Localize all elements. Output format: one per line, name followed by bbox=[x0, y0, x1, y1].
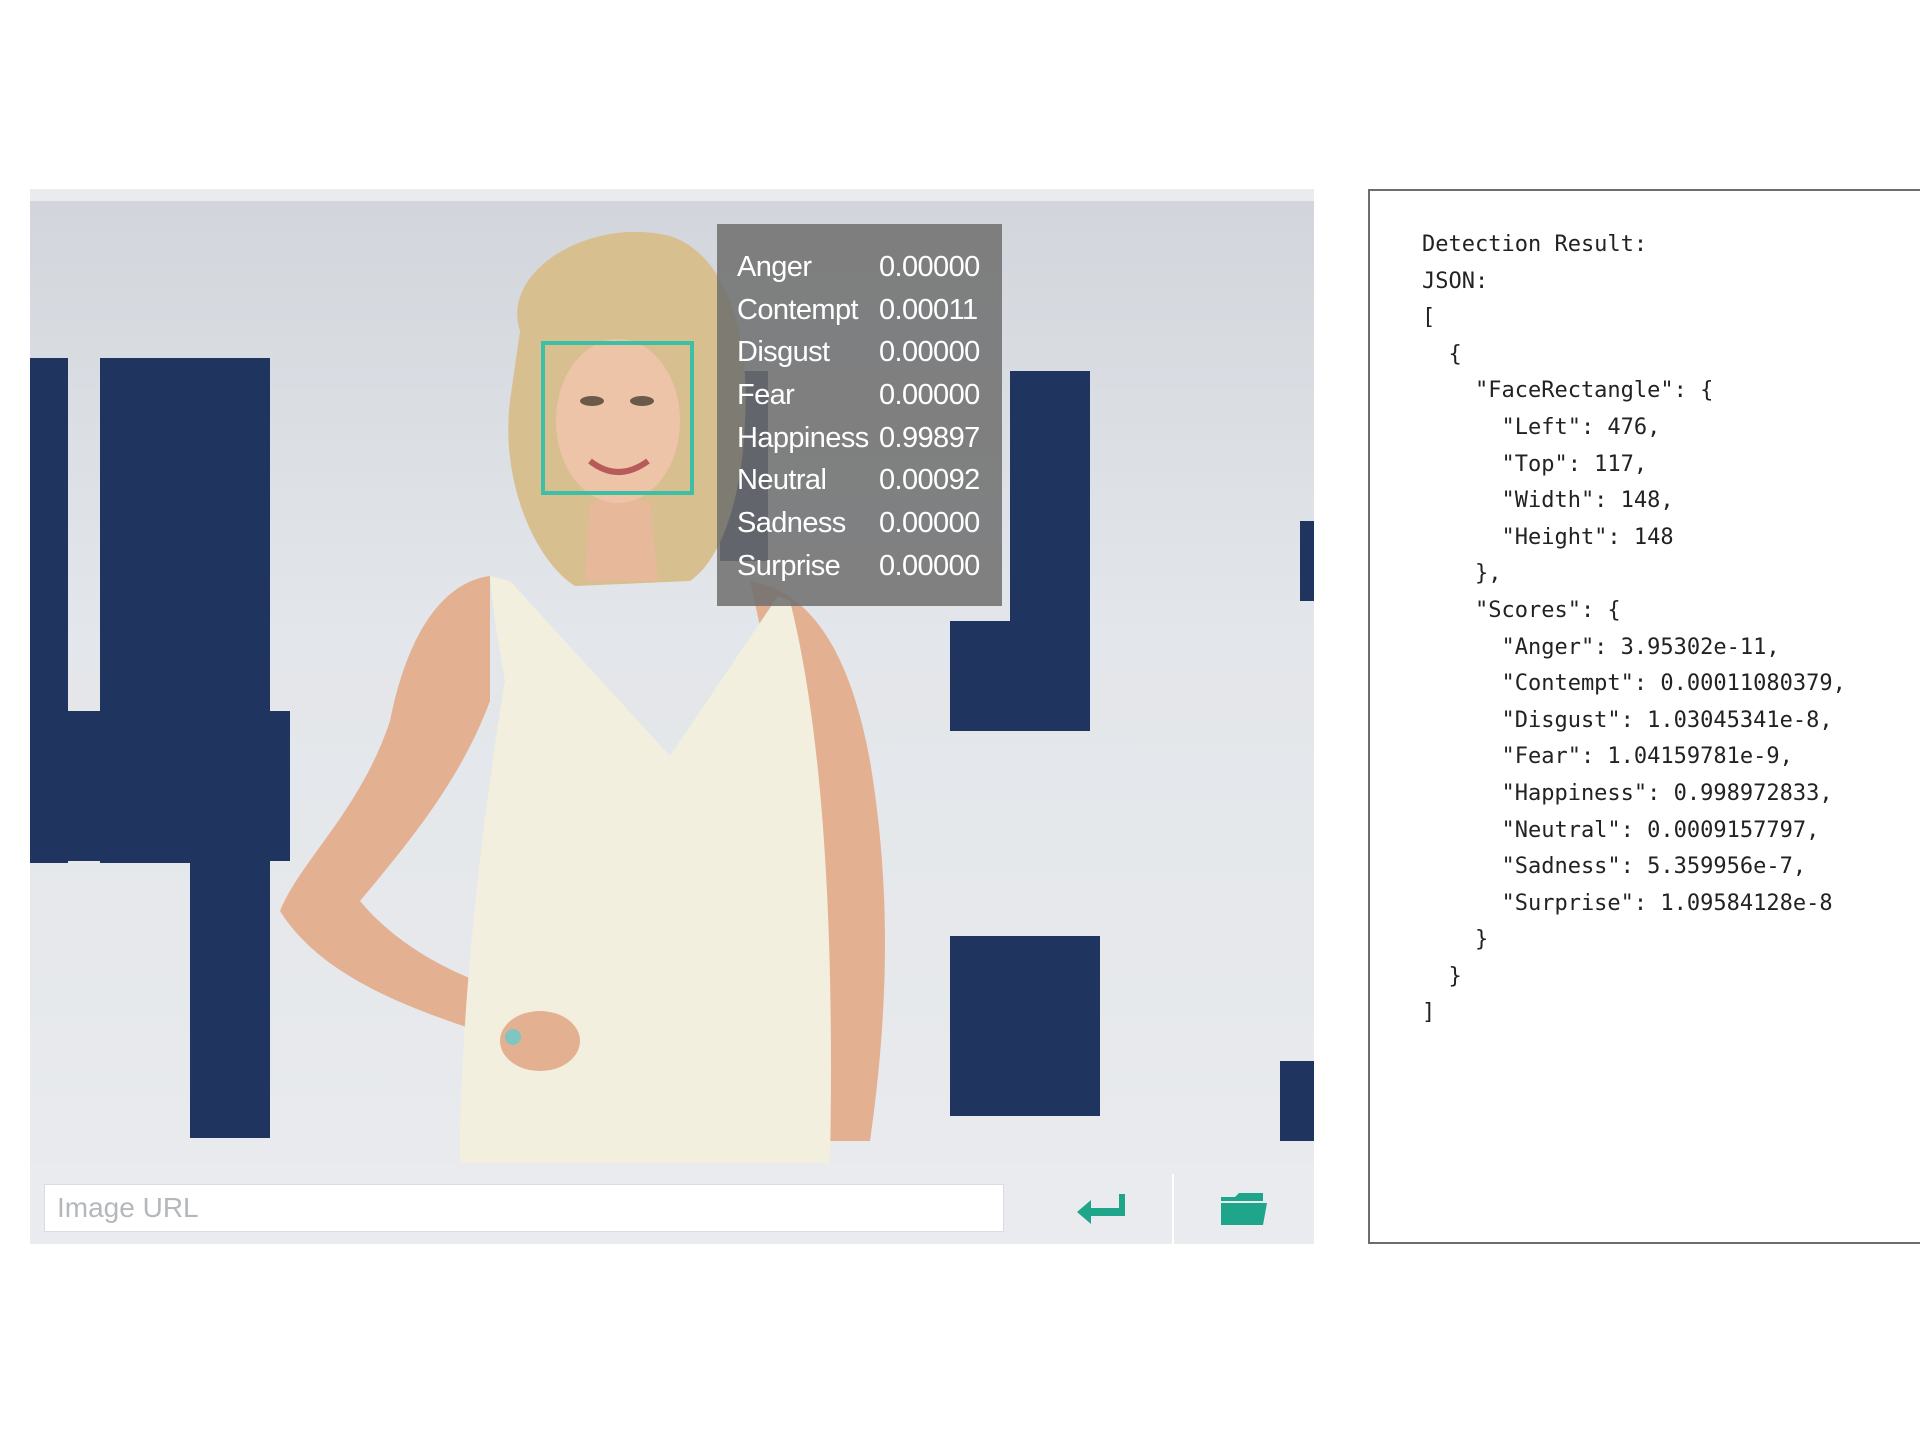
emotion-row: Surprise 0.00000 bbox=[737, 545, 982, 588]
result-line: "FaceRectangle": { bbox=[1422, 378, 1714, 404]
emotion-name: Anger bbox=[737, 250, 812, 283]
result-line: "Happiness": 0.998972833, bbox=[1422, 780, 1833, 806]
emotion-value: 0.00000 bbox=[879, 378, 980, 411]
emotion-row: Anger 0.00000 bbox=[737, 246, 982, 289]
emotion-value: 0.00000 bbox=[879, 506, 980, 539]
emotion-row: Sadness 0.00000 bbox=[737, 502, 982, 545]
open-folder-icon bbox=[1221, 1193, 1267, 1225]
emotion-value: 0.99897 bbox=[879, 421, 980, 454]
emotion-row: Happiness 0.99897 bbox=[737, 417, 982, 460]
result-line: "Neutral": 0.0009157797, bbox=[1422, 817, 1820, 843]
analyzed-photo: Anger 0.00000 Contempt 0.00011 Disgust 0… bbox=[30, 201, 1314, 1163]
submit-url-button[interactable] bbox=[1030, 1174, 1172, 1244]
result-line: } bbox=[1422, 963, 1462, 989]
emotion-name: Sadness bbox=[737, 506, 846, 539]
emotion-value: 0.00000 bbox=[879, 250, 980, 283]
face-rectangle bbox=[541, 341, 694, 495]
emotion-name: Disgust bbox=[737, 336, 830, 369]
emotion-value: 0.00000 bbox=[879, 549, 980, 582]
emotion-name: Contempt bbox=[737, 293, 859, 326]
detection-result-panel: Detection Result: JSON: [ { "FaceRectang… bbox=[1368, 189, 1920, 1244]
emotion-name: Neutral bbox=[737, 464, 827, 497]
result-line: } bbox=[1422, 927, 1489, 953]
result-line: "Top": 117, bbox=[1422, 451, 1648, 477]
result-line: JSON: bbox=[1422, 268, 1489, 294]
emotion-name: Surprise bbox=[737, 549, 841, 582]
result-line: "Fear": 1.04159781e-9, bbox=[1422, 744, 1793, 770]
result-line: [ bbox=[1422, 305, 1436, 331]
result-line: "Height": 148 bbox=[1422, 524, 1674, 550]
result-line: Detection Result: bbox=[1422, 232, 1648, 257]
enter-arrow-icon bbox=[1077, 1194, 1125, 1224]
emotion-row: Fear 0.00000 bbox=[737, 374, 982, 417]
result-line: "Disgust": 1.03045341e-8, bbox=[1422, 707, 1833, 733]
result-line: "Anger": 3.95302e-11, bbox=[1422, 634, 1780, 660]
emotion-value: 0.00000 bbox=[879, 336, 980, 369]
image-url-input[interactable] bbox=[44, 1184, 1004, 1232]
result-line: }, bbox=[1422, 561, 1502, 587]
url-input-bar bbox=[30, 1174, 1314, 1244]
emotion-name: Happiness bbox=[737, 421, 869, 454]
result-line: "Surprise": 1.09584128e-8 bbox=[1422, 890, 1833, 916]
result-line: { bbox=[1422, 341, 1462, 367]
result-line: "Contempt": 0.00011080379, bbox=[1422, 671, 1846, 697]
result-line: "Left": 476, bbox=[1422, 414, 1661, 440]
image-panel: Anger 0.00000 Contempt 0.00011 Disgust 0… bbox=[30, 189, 1314, 1244]
emotion-scores-overlay: Anger 0.00000 Contempt 0.00011 Disgust 0… bbox=[717, 224, 1002, 606]
emotion-row: Contempt 0.00011 bbox=[737, 289, 982, 332]
emotion-row: Disgust 0.00000 bbox=[737, 331, 982, 374]
emotion-row: Neutral 0.00092 bbox=[737, 459, 982, 502]
result-line: "Sadness": 5.359956e-7, bbox=[1422, 854, 1807, 880]
result-line: "Scores": { bbox=[1422, 597, 1621, 623]
result-line: "Width": 148, bbox=[1422, 488, 1674, 514]
result-line: ] bbox=[1422, 1000, 1436, 1026]
emotion-value: 0.00011 bbox=[879, 293, 978, 326]
emotion-value: 0.00092 bbox=[879, 464, 980, 497]
browse-files-button[interactable] bbox=[1172, 1174, 1314, 1244]
emotion-name: Fear bbox=[737, 378, 795, 411]
